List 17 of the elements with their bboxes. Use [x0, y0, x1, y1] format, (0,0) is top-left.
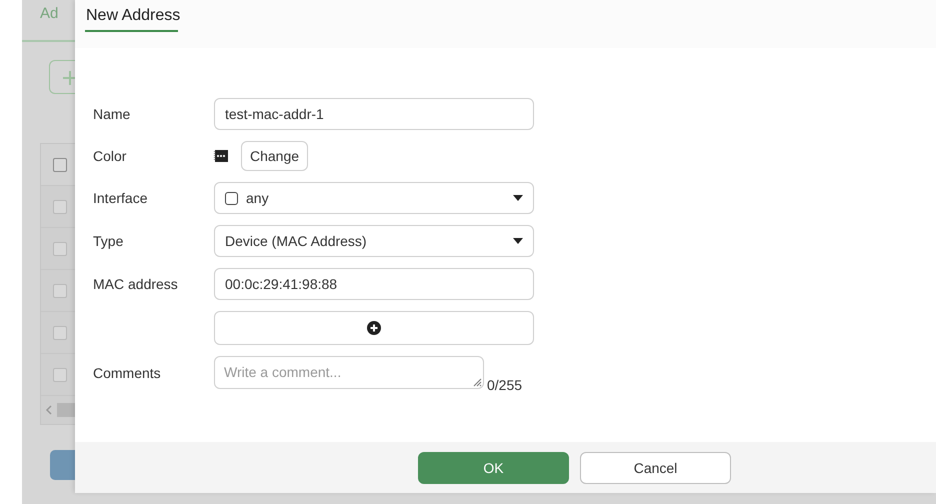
primary-button[interactable]: OK: [418, 452, 569, 484]
character-counter: 0/255: [487, 377, 522, 393]
select-field[interactable]: any: [214, 182, 534, 214]
field-label: Name: [93, 106, 132, 122]
field-label: Interface: [93, 190, 148, 206]
text-field[interactable]: test-mac-addr-1: [214, 98, 534, 130]
field-label: MAC address: [93, 276, 179, 292]
secondary-button[interactable]: Cancel: [580, 452, 731, 484]
text-field[interactable]: 00:0c:29:41:98:88: [214, 268, 534, 300]
select-field[interactable]: Device (MAC Address): [214, 225, 534, 257]
field-label: Type: [93, 233, 124, 249]
select-value: Device (MAC Address): [225, 233, 367, 249]
select-value: any: [246, 190, 269, 206]
field-label: Comments: [93, 364, 162, 380]
field-label: Color: [93, 148, 128, 164]
dialog-title: New Address: [85, 0, 178, 32]
change-button[interactable]: Change: [241, 141, 308, 171]
